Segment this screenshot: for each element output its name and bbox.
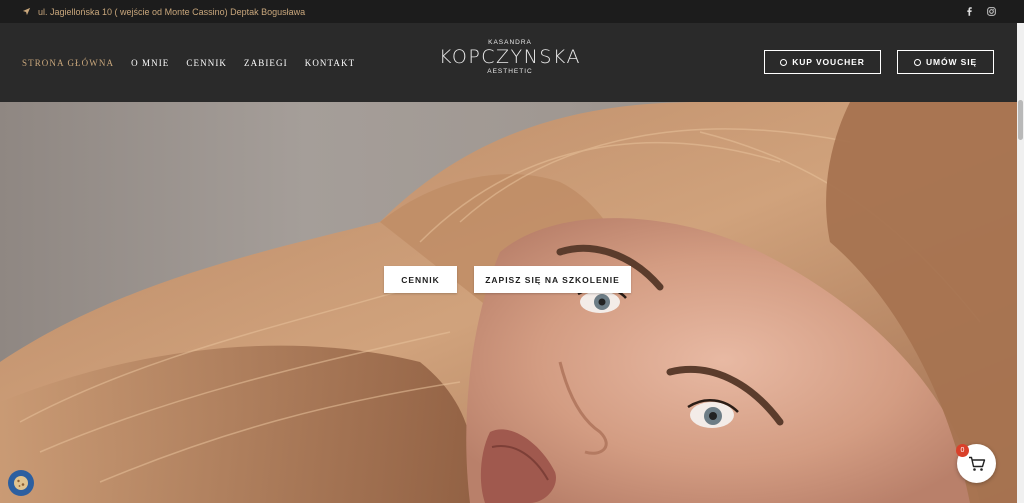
main-nav: STRONA GŁÓWNA O MNIE CENNIK ZABIEGI KONT…	[22, 23, 355, 102]
circle-icon	[913, 58, 921, 66]
logo-top-text: KASANDRA	[488, 39, 532, 46]
instagram-icon[interactable]	[986, 7, 996, 17]
address-block: ul. Jagiellońska 10 ( wejście od Monte C…	[22, 0, 305, 23]
nav-item-kontakt[interactable]: KONTAKT	[305, 58, 355, 68]
hero-portrait-image	[0, 102, 1017, 503]
cart-count-badge: 0	[956, 444, 969, 457]
address-text: ul. Jagiellońska 10 ( wejście od Monte C…	[38, 6, 306, 17]
buy-voucher-button[interactable]: KUP VOUCHER	[764, 50, 881, 74]
site-header: STRONA GŁÓWNA O MNIE CENNIK ZABIEGI KONT…	[0, 23, 1017, 102]
top-info-bar: ul. Jagiellońska 10 ( wejście od Monte C…	[0, 0, 1024, 23]
cookie-settings-button[interactable]	[8, 470, 34, 496]
nav-item-o-mnie[interactable]: O MNIE	[131, 58, 169, 68]
book-appointment-label: UMÓW SIĘ	[925, 57, 978, 67]
location-arrow-icon	[22, 7, 31, 16]
cookie-icon	[14, 476, 28, 490]
shopping-cart-icon	[968, 456, 985, 471]
buy-voucher-label: KUP VOUCHER	[792, 57, 865, 67]
nav-item-home[interactable]: STRONA GŁÓWNA	[22, 58, 114, 68]
book-appointment-button[interactable]: UMÓW SIĘ	[897, 50, 994, 74]
scrollbar-track[interactable]	[1017, 23, 1024, 503]
hero-cennik-button[interactable]: CENNIK	[384, 266, 457, 293]
circle-icon	[780, 58, 788, 66]
logo-bottom-text: AESTHETIC	[487, 68, 533, 75]
site-logo[interactable]: KASANDRA KOPCZYNSKA AESTHETIC	[430, 39, 590, 87]
hero-section: CENNIK ZAPISZ SIĘ NA SZKOLENIE	[0, 102, 1017, 503]
logo-main-text: KOPCZYNSKA	[438, 46, 582, 68]
nav-item-cennik[interactable]: CENNIK	[186, 58, 227, 68]
social-links	[964, 0, 996, 23]
nav-item-zabiegi[interactable]: ZABIEGI	[244, 58, 288, 68]
hero-training-signup-button[interactable]: ZAPISZ SIĘ NA SZKOLENIE	[474, 266, 631, 293]
scrollbar-thumb[interactable]	[1018, 100, 1023, 140]
facebook-icon[interactable]	[964, 7, 974, 17]
